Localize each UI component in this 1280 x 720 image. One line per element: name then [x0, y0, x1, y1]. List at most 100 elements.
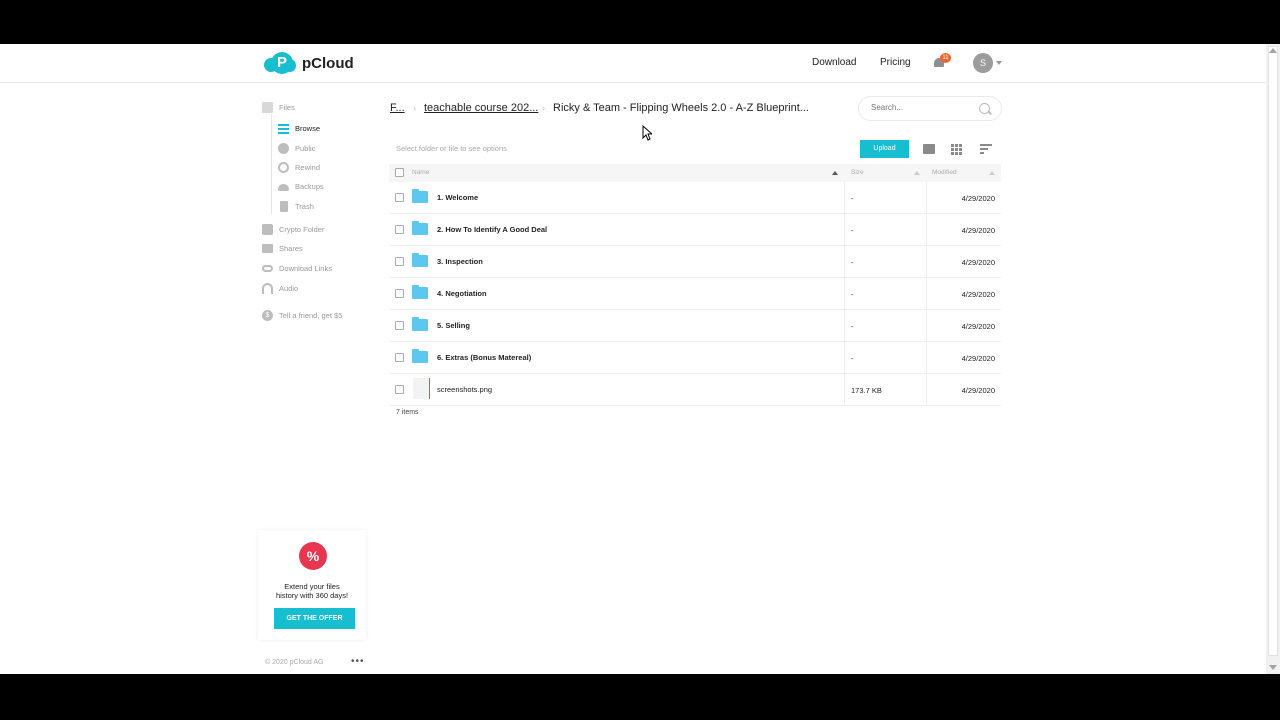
item-modified: 4/29/2020 — [961, 194, 995, 203]
item-name[interactable]: 2. How To Identify A Good Deal — [437, 225, 547, 234]
column-modified-header[interactable]: Modified — [932, 169, 957, 176]
pcloud-logo[interactable]: P pCloud — [264, 52, 354, 74]
row-checkbox[interactable] — [395, 193, 404, 202]
logo-text: pCloud — [302, 54, 354, 72]
item-modified: 4/29/2020 — [961, 322, 995, 331]
breadcrumb-separator-icon: › — [413, 103, 416, 113]
nav-pricing-link[interactable]: Pricing — [880, 57, 911, 68]
scrollbar-thumb[interactable] — [1268, 46, 1278, 656]
item-name[interactable]: 1. Welcome — [437, 193, 478, 202]
column-size-header[interactable]: Size — [851, 169, 864, 176]
user-avatar[interactable]: S — [973, 53, 993, 73]
sidebar-item-rewind[interactable]: Rewind — [278, 162, 320, 173]
sidebar-item-label: Audio — [279, 284, 299, 293]
link-icon — [262, 265, 273, 272]
item-name[interactable]: 3. Inspection — [437, 257, 483, 266]
sidebar-item-download-links[interactable]: Download Links — [262, 264, 332, 273]
row-checkbox[interactable] — [395, 385, 404, 394]
item-size: - — [851, 290, 854, 299]
vertical-scrollbar[interactable] — [1266, 44, 1280, 674]
table-row[interactable]: 5. Selling - 4/29/2020 — [389, 310, 1001, 342]
sidebar-item-label: Download Links — [279, 264, 332, 273]
item-size: - — [851, 226, 854, 235]
list-icon — [278, 123, 289, 134]
new-folder-icon[interactable] — [923, 144, 935, 154]
letterbox-top — [0, 0, 1280, 44]
sort-icon[interactable] — [980, 144, 992, 154]
folder-icon — [412, 349, 428, 363]
chevron-down-icon[interactable] — [996, 61, 1002, 65]
breadcrumb-separator-icon: › — [542, 103, 545, 113]
folder-icon — [412, 253, 428, 267]
column-name-header[interactable]: Name — [412, 169, 429, 176]
get-the-offer-button[interactable]: GET THE OFFER — [274, 608, 355, 629]
table-row[interactable]: 2. How To Identify A Good Deal - 4/29/20… — [389, 214, 1001, 246]
nav-download-link[interactable]: Download — [812, 57, 856, 68]
grid-view-icon[interactable] — [951, 144, 963, 155]
item-name[interactable]: 6. Extras (Bonus Matereal) — [437, 353, 531, 362]
top-header: P pCloud Download Pricing 11 S — [0, 44, 1266, 83]
breadcrumb-current: Ricky & Team - Flipping Wheels 2.0 - A-Z… — [553, 102, 809, 114]
table-row[interactable]: 4. Negotiation - 4/29/2020 — [389, 278, 1001, 310]
sidebar-item-label: Backups — [295, 182, 324, 191]
item-name[interactable]: screenshots.png — [437, 385, 492, 394]
rewind-icon — [278, 162, 289, 173]
more-options-icon[interactable]: ••• — [351, 656, 365, 667]
letterbox-bottom — [0, 674, 1280, 720]
page: P pCloud Download Pricing 11 S Files Bro… — [0, 44, 1280, 674]
scroll-down-icon[interactable] — [1269, 665, 1277, 670]
folder-icon — [412, 189, 428, 203]
sidebar-item-public[interactable]: Public — [278, 143, 315, 154]
sort-icon[interactable] — [989, 171, 995, 175]
sidebar-item-label: Files — [279, 103, 295, 112]
table-row[interactable]: 1. Welcome - 4/29/2020 — [389, 182, 1001, 214]
notification-count-badge: 11 — [940, 53, 951, 63]
folder-icon — [412, 317, 428, 331]
table-header: Name Size Modified — [389, 164, 1001, 182]
sidebar-item-tell-a-friend[interactable]: $ Tell a friend, get $5 — [262, 310, 342, 321]
row-checkbox[interactable] — [395, 353, 404, 362]
item-modified: 4/29/2020 — [961, 290, 995, 299]
row-checkbox[interactable] — [395, 321, 404, 330]
folder-icon — [412, 221, 428, 235]
items-count: 7 items — [396, 409, 419, 416]
sidebar-item-shares[interactable]: Shares — [262, 244, 303, 253]
row-checkbox[interactable] — [395, 289, 404, 298]
mouse-cursor-icon — [642, 125, 652, 141]
search-box[interactable] — [858, 96, 1002, 121]
promo-card: % Extend your files history with 360 day… — [258, 530, 366, 640]
upload-button[interactable]: Upload — [860, 140, 909, 158]
search-input[interactable] — [869, 102, 973, 113]
table-row[interactable]: screenshots.png 173.7 KB 4/29/2020 — [389, 374, 1001, 406]
notifications-bell-icon[interactable]: 11 — [933, 53, 951, 69]
tree-line — [271, 114, 272, 214]
selection-hint: Select folder or file to see options — [396, 144, 507, 153]
promo-text-line: Extend your files — [284, 582, 340, 591]
file-table: Name Size Modified 1. Welcome - 4/29/202… — [389, 164, 1001, 406]
row-checkbox[interactable] — [395, 257, 404, 266]
select-all-checkbox[interactable] — [395, 168, 404, 177]
sidebar-item-label: Crypto Folder — [279, 225, 325, 234]
search-icon[interactable] — [979, 103, 990, 114]
sidebar-item-files[interactable]: Files — [262, 102, 295, 113]
table-row[interactable]: 3. Inspection - 4/29/2020 — [389, 246, 1001, 278]
sidebar-item-trash[interactable]: Trash — [278, 201, 314, 212]
percent-badge-icon: % — [299, 542, 327, 570]
sidebar-item-label: Public — [295, 144, 316, 153]
sidebar-item-backups[interactable]: Backups — [278, 182, 324, 191]
pcloud-logo-icon: P — [264, 52, 296, 74]
sidebar-item-label: Shares — [279, 244, 303, 253]
row-checkbox[interactable] — [395, 225, 404, 234]
item-name[interactable]: 4. Negotiation — [437, 289, 487, 298]
item-name[interactable]: 5. Selling — [437, 321, 470, 330]
breadcrumb-parent[interactable]: teachable course 202... — [424, 102, 538, 114]
sidebar-item-browse[interactable]: Browse — [278, 123, 320, 134]
breadcrumb-root[interactable]: F... — [390, 102, 405, 114]
cloud-icon — [278, 184, 289, 191]
table-row[interactable]: 6. Extras (Bonus Matereal) - 4/29/2020 — [389, 342, 1001, 374]
sort-asc-icon[interactable] — [832, 171, 838, 175]
sidebar-item-audio[interactable]: Audio — [262, 283, 298, 294]
scroll-up-icon[interactable] — [1269, 48, 1277, 53]
sort-icon[interactable] — [914, 171, 920, 175]
sidebar-item-crypto-folder[interactable]: Crypto Folder — [262, 224, 324, 235]
